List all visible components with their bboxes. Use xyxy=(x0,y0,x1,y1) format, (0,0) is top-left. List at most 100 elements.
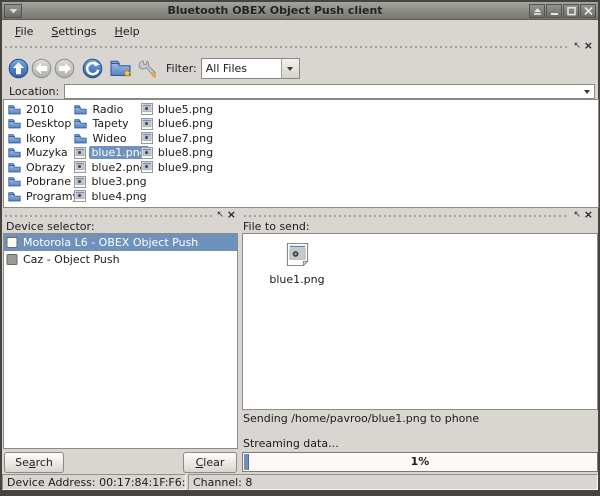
shade-icon xyxy=(532,6,543,16)
location-dropdown-button[interactable] xyxy=(580,85,594,98)
folder-icon xyxy=(74,104,87,115)
new-folder-button[interactable] xyxy=(109,59,133,79)
window-frame: Bluetooth OBEX Object Push client File S… xyxy=(2,2,598,490)
go-back-icon xyxy=(31,58,52,79)
location-input[interactable] xyxy=(65,85,580,98)
shade-button[interactable] xyxy=(529,4,545,18)
refresh-icon xyxy=(82,58,103,79)
file-name: blue8.png xyxy=(156,146,215,159)
file-item[interactable]: blue8.png xyxy=(141,146,199,161)
filter-combobox[interactable]: All Files xyxy=(201,58,300,79)
menu-item[interactable]: Help xyxy=(106,22,149,41)
filter-value: All Files xyxy=(202,59,281,78)
progress-percent: 1% xyxy=(243,453,597,471)
file-browser[interactable]: 2010 Desktop Ikony Muzyka Obrazy Pobrane… xyxy=(3,99,599,208)
clear-button[interactable]: Clear xyxy=(183,452,237,473)
wrench-icon xyxy=(138,59,158,79)
progress-bar: 1% xyxy=(242,452,598,472)
file-item[interactable]: blue1.png xyxy=(74,146,132,161)
dock-float-icon[interactable]: ↖ xyxy=(573,209,581,221)
dock-float-icon[interactable]: ↖ xyxy=(216,209,224,221)
minimize-icon xyxy=(549,6,560,16)
file-name: blue6.png xyxy=(156,117,215,130)
file-name: 2010 xyxy=(24,103,56,116)
dock-close-icon[interactable]: × xyxy=(584,209,593,221)
file-item[interactable]: Programy xyxy=(8,189,66,204)
image-file-icon xyxy=(141,103,153,115)
image-file-icon xyxy=(141,118,153,130)
folder-icon xyxy=(8,118,21,129)
go-back-button[interactable] xyxy=(30,58,52,80)
go-up-button[interactable] xyxy=(7,58,29,80)
file-item[interactable]: Muzyka xyxy=(8,146,66,161)
sending-status: Sending /home/pavroo/blue1.png to phone xyxy=(243,412,595,425)
dock-handle[interactable] xyxy=(5,215,212,217)
location-combobox xyxy=(64,84,595,99)
device-selector-label: Device selector: xyxy=(6,220,95,233)
dock-close-icon[interactable]: × xyxy=(584,40,593,52)
image-file-icon xyxy=(74,161,86,173)
maximize-button[interactable] xyxy=(563,4,579,18)
dock-close-icon[interactable]: × xyxy=(227,209,236,221)
file-item[interactable]: blue4.png xyxy=(74,189,132,204)
dock-handle[interactable] xyxy=(244,215,569,217)
file-item[interactable]: Desktop xyxy=(8,117,66,132)
menu-item[interactable]: File xyxy=(6,22,42,41)
file-item[interactable]: Wideo xyxy=(74,131,132,146)
close-icon xyxy=(583,6,594,16)
file-item[interactable]: 2010 xyxy=(8,102,66,117)
file-name: blue1.png xyxy=(89,146,148,159)
streaming-status: Streaming data... xyxy=(243,437,339,450)
file-name: Muzyka xyxy=(24,146,70,159)
new-folder-icon xyxy=(109,59,133,79)
folder-icon xyxy=(8,147,21,158)
folder-icon xyxy=(74,118,87,129)
image-file-icon xyxy=(285,242,310,267)
configure-button[interactable] xyxy=(138,59,158,79)
clear-button-label-rest: lear xyxy=(203,456,224,469)
window-title: Bluetooth OBEX Object Push client xyxy=(22,4,528,17)
minimize-button[interactable] xyxy=(546,4,562,18)
file-to-send-box: blue1.png xyxy=(242,233,598,410)
file-item[interactable]: blue7.png xyxy=(141,131,199,146)
file-item[interactable]: blue9.png xyxy=(141,160,199,175)
browser-dock-header: ↖ × xyxy=(5,42,595,52)
file-item[interactable]: Ikony xyxy=(8,131,66,146)
folder-icon xyxy=(8,104,21,115)
dock-handle[interactable] xyxy=(5,46,569,48)
file-item[interactable]: Obrazy xyxy=(8,160,66,175)
location-label: Location: xyxy=(4,85,59,98)
file-item[interactable]: blue6.png xyxy=(141,117,199,132)
image-file-icon xyxy=(74,190,86,202)
go-forward-button[interactable] xyxy=(53,58,75,80)
search-button-label-rest: rch xyxy=(36,456,53,469)
refresh-button[interactable] xyxy=(81,58,103,80)
image-file-icon xyxy=(74,147,86,159)
close-button[interactable] xyxy=(580,4,596,18)
device-list[interactable]: Motorola L6 - OBEX Object Push Caz - Obj… xyxy=(3,233,238,449)
device-row[interactable]: Caz - Object Push xyxy=(4,251,237,268)
statusbar: Device Address: 00:17:84:1F:F6:E7 Channe… xyxy=(2,474,598,490)
file-item[interactable]: blue3.png xyxy=(74,175,132,190)
window-menu-button[interactable] xyxy=(4,4,22,18)
menubar: File Settings Help xyxy=(2,20,598,42)
chevron-down-icon xyxy=(584,90,590,97)
menu-item[interactable]: Settings xyxy=(42,22,105,41)
search-button[interactable]: Search xyxy=(4,452,64,473)
file-name: Tapety xyxy=(90,117,130,130)
device-row[interactable]: Motorola L6 - OBEX Object Push xyxy=(4,234,237,251)
file-name: blue2.png xyxy=(89,161,148,174)
send-file-name: blue1.png xyxy=(269,273,325,286)
window-controls xyxy=(528,4,596,18)
status-channel: Channel: 8 xyxy=(188,474,598,490)
image-file-icon xyxy=(141,132,153,144)
file-item[interactable]: blue5.png xyxy=(141,102,199,117)
send-file-item[interactable]: blue1.png xyxy=(269,242,325,286)
filter-dropdown-button[interactable] xyxy=(281,59,299,78)
file-item[interactable]: blue2.png xyxy=(74,160,132,175)
file-item[interactable]: Tapety xyxy=(74,117,132,132)
file-item[interactable]: Pobrane xyxy=(8,175,66,190)
dock-float-icon[interactable]: ↖ xyxy=(573,40,581,52)
file-item[interactable]: Radio xyxy=(74,102,132,117)
file-name: Obrazy xyxy=(24,161,67,174)
